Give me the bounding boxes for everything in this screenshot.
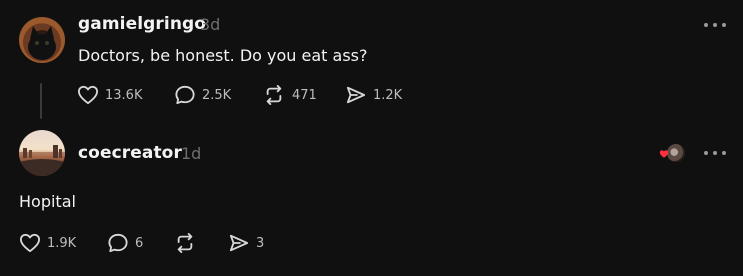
share-button[interactable]: 1.2K: [345, 85, 402, 105]
repost-button[interactable]: [173, 233, 203, 253]
liked-by-author-badge: [659, 144, 685, 162]
like-button[interactable]: 13.6K: [77, 85, 142, 105]
cat-avatar-image: [28, 26, 56, 60]
avatar[interactable]: [19, 17, 65, 63]
send-icon: [229, 234, 249, 252]
reply-button[interactable]: 2.5K: [174, 85, 231, 105]
city-avatar-image: [19, 145, 65, 176]
share-count: 3: [256, 235, 265, 251]
avatar[interactable]: [19, 130, 65, 176]
like-count: 1.9K: [47, 235, 77, 251]
heart-icon: [19, 233, 40, 253]
reply-count: 2.5K: [202, 87, 232, 103]
more-icon[interactable]: [704, 20, 726, 30]
reply-time: 1d: [181, 144, 202, 163]
username[interactable]: coecreator: [78, 143, 182, 163]
share-count: 1.2K: [373, 87, 403, 103]
speech-bubble-icon: [175, 85, 195, 105]
like-count: 13.6K: [105, 87, 143, 103]
send-icon: [346, 86, 366, 104]
post-time: 3d: [200, 15, 221, 34]
reply-button[interactable]: 6: [107, 233, 143, 253]
repost-button[interactable]: 471: [262, 85, 317, 105]
more-icon[interactable]: [704, 148, 726, 158]
repost-count: 471: [292, 87, 317, 103]
liker-avatar: [667, 144, 685, 162]
repost-icon: [177, 233, 193, 253]
like-button[interactable]: 1.9K: [19, 233, 76, 253]
share-button[interactable]: 3: [228, 233, 264, 253]
repost-icon: [266, 85, 282, 105]
reply-count: 6: [135, 235, 144, 251]
post-text: Doctors, be honest. Do you eat ass?: [78, 46, 368, 65]
speech-bubble-icon: [108, 233, 128, 253]
username[interactable]: gamielgringo: [78, 14, 206, 34]
reply-text: Hopital: [19, 192, 76, 211]
heart-icon: [78, 85, 98, 105]
heart-icon: [659, 150, 669, 158]
thread-line: [40, 83, 42, 119]
